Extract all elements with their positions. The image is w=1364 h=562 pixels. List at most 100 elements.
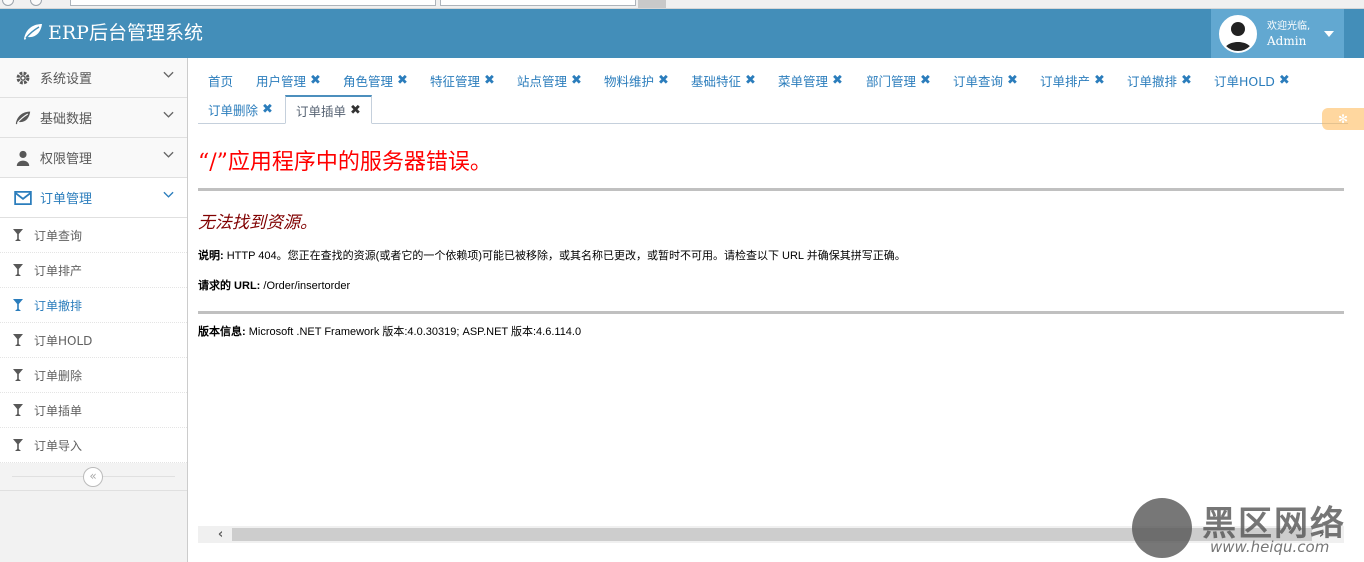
submenu-item-order-insert[interactable]: 订单插单: [0, 393, 187, 428]
watermark: 黑区网络 www.heiqu.com: [1130, 496, 1360, 560]
tab-9[interactable]: 订单查询 ✖: [943, 66, 1028, 95]
tab-label: 特征管理: [430, 74, 481, 89]
submenu-item-order-unschedule[interactable]: 订单撤排: [0, 288, 187, 323]
close-icon[interactable]: ✖: [262, 102, 273, 117]
submenu-item-label: 订单查询: [34, 228, 83, 243]
glass-icon: [13, 229, 23, 241]
scroll-left-arrow-icon[interactable]: ‹: [212, 526, 229, 543]
description-label: 说明:: [198, 250, 224, 262]
url-label: 请求的 URL:: [198, 280, 261, 292]
chevron-down-icon: [163, 71, 174, 78]
close-icon[interactable]: ✖: [745, 73, 756, 88]
submenu-item-label: 订单HOLD: [34, 333, 93, 348]
user-icon: [14, 149, 32, 167]
forward-icon[interactable]: [30, 0, 42, 6]
tab-label: 订单删除: [208, 103, 259, 118]
app-title: ERP后台管理系统: [48, 22, 203, 44]
sidebar: 系统设置 基础数据 权限管理 订单管理 订单查询 订单排产 订单撤排 订单HOL…: [0, 58, 188, 562]
sidebar-item-basic-data[interactable]: 基础数据: [0, 98, 187, 138]
glass-icon: [13, 439, 23, 451]
tab-2[interactable]: 角色管理 ✖: [333, 66, 418, 95]
sidebar-item-label: 权限管理: [40, 152, 93, 167]
close-icon[interactable]: ✖: [350, 103, 361, 118]
tab-0[interactable]: 首页: [198, 66, 243, 95]
tab-label: 用户管理: [256, 74, 307, 89]
leaf-icon: [24, 23, 42, 40]
leaf-icon: [14, 109, 32, 127]
tab-label: 订单插单: [296, 103, 347, 119]
brand[interactable]: ERP后台管理系统: [22, 18, 203, 45]
tab-4[interactable]: 站点管理 ✖: [507, 66, 592, 95]
close-icon[interactable]: ✖: [1279, 73, 1290, 88]
submenu-item-label: 订单撤排: [34, 298, 83, 313]
close-icon[interactable]: ✖: [571, 73, 582, 88]
top-navbar: ERP后台管理系统 欢迎光临, Admin: [0, 9, 1364, 58]
sidebar-item-label: 订单管理: [40, 192, 93, 207]
browser-tab[interactable]: [440, 0, 636, 6]
version-text: Microsoft .NET Framework 版本:4.0.30319; A…: [245, 326, 582, 338]
close-icon[interactable]: ✖: [1094, 73, 1105, 88]
tab-6[interactable]: 基础特征 ✖: [681, 66, 766, 95]
submenu-item-order-delete[interactable]: 订单删除: [0, 358, 187, 393]
sidebar-item-system-settings[interactable]: 系统设置: [0, 58, 187, 98]
tab-12[interactable]: 订单HOLD ✖: [1204, 66, 1300, 95]
tab-label: 角色管理: [343, 74, 394, 89]
tab-7[interactable]: 菜单管理 ✖: [768, 66, 853, 95]
chevron-down-icon: [163, 151, 174, 158]
tab-label: 站点管理: [517, 74, 568, 89]
close-icon[interactable]: ✖: [1181, 73, 1192, 88]
tab-8[interactable]: 部门管理 ✖: [856, 66, 941, 95]
glass-icon: [13, 334, 23, 346]
settings-gear-button[interactable]: ✻: [1322, 108, 1364, 130]
tab-label: 物料维护: [604, 74, 655, 89]
sidebar-item-order-management[interactable]: 订单管理: [0, 178, 187, 218]
username: Admin: [1267, 33, 1307, 48]
back-icon[interactable]: [2, 0, 14, 6]
close-icon[interactable]: ✖: [484, 73, 495, 88]
tab-5[interactable]: 物料维护 ✖: [594, 66, 679, 95]
submenu-item-order-schedule[interactable]: 订单排产: [0, 253, 187, 288]
tab-label: 订单撤排: [1127, 74, 1178, 89]
browser-chrome: [0, 0, 1364, 9]
version-info: 版本信息: Microsoft .NET Framework 版本:4.0.30…: [198, 323, 1344, 339]
caret-down-icon: [1324, 31, 1334, 37]
glass-icon: [13, 299, 23, 311]
tab-label: 部门管理: [866, 74, 917, 89]
divider: [198, 311, 1344, 314]
submenu-item-label: 订单导入: [34, 438, 83, 453]
new-tab-button[interactable]: [638, 0, 666, 8]
tab-14[interactable]: 订单插单 ✖: [285, 95, 372, 124]
envelope-icon: [14, 189, 32, 207]
submenu-item-label: 订单排产: [34, 263, 83, 278]
tab-3[interactable]: 特征管理 ✖: [420, 66, 505, 95]
tab-label: 首页: [208, 74, 234, 89]
close-icon[interactable]: ✖: [397, 73, 408, 88]
tab-1[interactable]: 用户管理 ✖: [246, 66, 331, 95]
sidebar-collapse-bar: «: [0, 463, 187, 491]
gear-icon: ✻: [1337, 112, 1349, 126]
tab-label: 订单排产: [1040, 74, 1091, 89]
submenu-item-order-import[interactable]: 订单导入: [0, 428, 187, 463]
glass-icon: [13, 404, 23, 416]
close-icon[interactable]: ✖: [1007, 73, 1018, 88]
tab-label: 菜单管理: [778, 74, 829, 89]
tab-11[interactable]: 订单撤排 ✖: [1117, 66, 1202, 95]
tab-13[interactable]: 订单删除 ✖: [198, 95, 283, 124]
watermark-logo: [1132, 498, 1192, 558]
tab-label: 订单查询: [953, 74, 1004, 89]
submenu-item-order-hold[interactable]: 订单HOLD: [0, 323, 187, 358]
close-icon[interactable]: ✖: [658, 73, 669, 88]
sidebar-item-permissions[interactable]: 权限管理: [0, 138, 187, 178]
error-subtitle: 无法找到资源。: [198, 213, 317, 233]
tab-10[interactable]: 订单排产 ✖: [1030, 66, 1115, 95]
double-chevron-left-icon[interactable]: «: [83, 467, 103, 487]
address-bar[interactable]: [70, 0, 436, 6]
requested-url: 请求的 URL: /Order/insertorder: [198, 277, 1344, 293]
user-menu[interactable]: 欢迎光临, Admin: [1211, 9, 1344, 58]
sidebar-item-label: 系统设置: [40, 72, 93, 87]
close-icon[interactable]: ✖: [310, 73, 321, 88]
watermark-url: www.heiqu.com: [1210, 538, 1330, 556]
close-icon[interactable]: ✖: [832, 73, 843, 88]
submenu-item-order-query[interactable]: 订单查询: [0, 218, 187, 253]
close-icon[interactable]: ✖: [920, 73, 931, 88]
